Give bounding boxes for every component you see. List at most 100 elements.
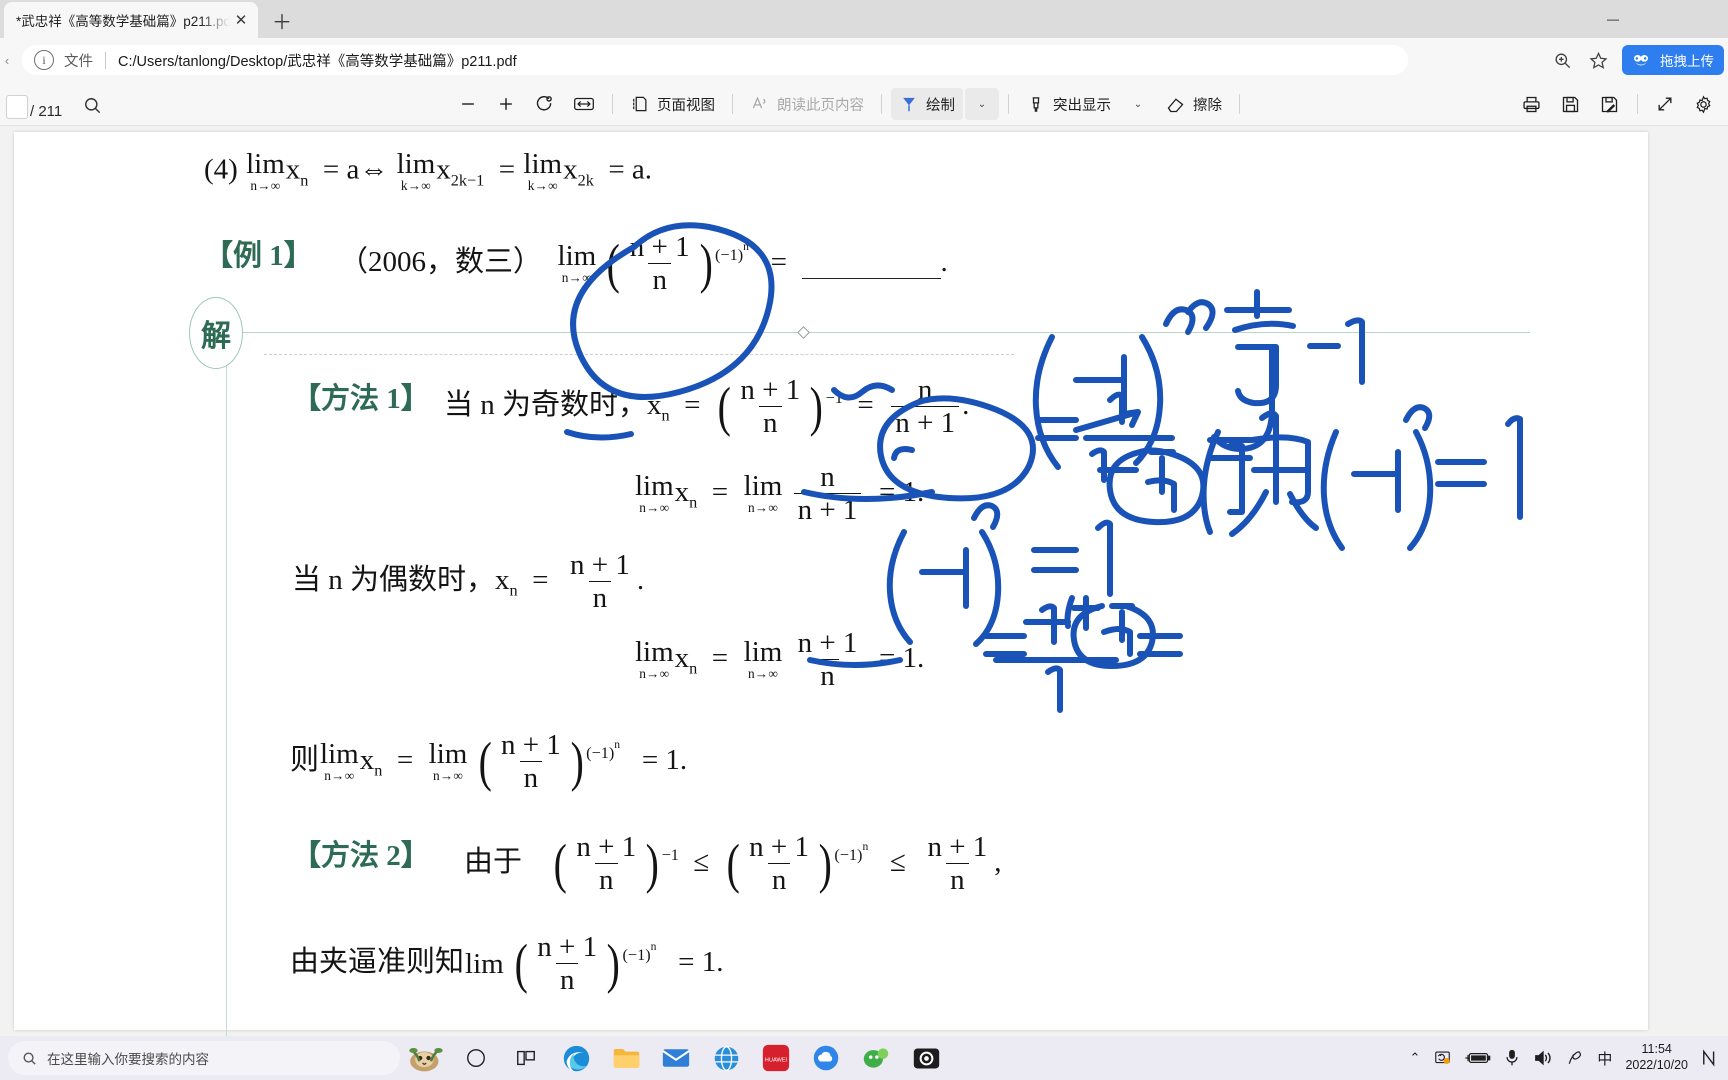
svg-text:HUAWEI: HUAWEI <box>765 1058 788 1064</box>
new-tab-button[interactable]: ＋ <box>268 7 296 34</box>
gear-icon[interactable] <box>1685 88 1722 120</box>
example-1-line: （2006，数三） limn→∞ (n + 1n)(−1)n = ＿＿＿＿＿. <box>339 231 948 296</box>
draw-label: 绘制 <box>926 97 955 114</box>
page-number-group: / 211 <box>6 92 62 120</box>
erase-label: 擦除 <box>1193 97 1222 114</box>
browser-tab[interactable]: *武忠祥《高等数学基础篇》p211.pdf ✕ <box>4 2 258 38</box>
clock-time: 11:54 <box>1641 1042 1672 1057</box>
save-edit-icon[interactable] <box>1591 88 1628 120</box>
divider <box>1637 94 1638 114</box>
ime-indicator[interactable]: 中 <box>1597 1048 1612 1069</box>
clock-date: 2022/10/20 <box>1625 1058 1688 1072</box>
pdf-toolbar-right <box>1513 82 1722 126</box>
cloud-app-icon[interactable] <box>806 1038 846 1078</box>
system-tray: ⌃ 中 11:54 2022/10/20 <box>1410 1042 1728 1073</box>
method-1-label: 【方法 1】 <box>292 383 430 415</box>
resize-anchor-handle[interactable] <box>797 326 810 339</box>
page-view-button[interactable]: 页面视图 <box>622 88 723 120</box>
pdf-toolbar: / 211 页面视图 朗读此页内容 绘制 ⌄ 突出显示 ⌄ 擦除 <box>0 82 1728 126</box>
clock[interactable]: 11:54 2022/10/20 <box>1625 1042 1688 1073</box>
pdf-page-content: (4) lim n→∞ xn = a⇔ lim k→∞ x2k−1 = lim k→∞ x2… <box>14 132 1648 1036</box>
divider <box>105 51 106 69</box>
pdf-toolbar-center: 页面视图 朗读此页内容 绘制 ⌄ 突出显示 ⌄ 擦除 <box>450 82 1247 126</box>
erase-button[interactable]: 擦除 <box>1157 88 1230 120</box>
page-view-label: 页面视图 <box>657 97 715 114</box>
sync-icon[interactable] <box>1433 1049 1452 1067</box>
pdf-page: (4) lim n→∞ xn = a⇔ lim k→∞ x2k−1 = lim k→∞ x2… <box>14 132 1648 1036</box>
upload-extension-button[interactable]: 拖拽上传 <box>1622 45 1724 75</box>
search-icon[interactable] <box>78 91 106 119</box>
close-window-icon[interactable] <box>1682 0 1728 38</box>
address-bar-actions: 拖拽上传 <box>1544 42 1724 78</box>
chevron-up-icon[interactable]: ⌃ <box>1410 1050 1421 1066</box>
back-icon[interactable]: ‹ <box>0 46 14 74</box>
search-icon <box>22 1051 37 1066</box>
green-app-icon[interactable] <box>856 1038 896 1078</box>
address-bar[interactable]: i 文件 C:/Users/tanlong/Desktop/武忠祥《高等数学基础… <box>22 45 1408 75</box>
address-bar-row: ‹ i 文件 C:/Users/tanlong/Desktop/武忠祥《高等数学… <box>0 38 1728 82</box>
squeeze-theorem-line: 由夹逼准则知 lim (n + 1 n) (−1)n = 1. <box>290 931 724 996</box>
even-case-limit-line: lim n→∞ xn = lim n→∞ n + 1n = 1. <box>635 627 925 692</box>
minimize-icon[interactable]: — <box>1590 0 1636 38</box>
even-case-line: 当 n 为偶数时，xn = n + 1n. <box>292 549 645 614</box>
chevron-down-icon: ⌄ <box>977 98 987 110</box>
pdf-viewport[interactable]: (4) lim n→∞ xn = a⇔ lim k→∞ x2k−1 = lim k→∞ x2… <box>0 126 1728 1036</box>
solution-rule-left <box>226 348 227 1036</box>
volume-icon[interactable] <box>1533 1049 1553 1067</box>
file-explorer-icon[interactable] <box>606 1038 646 1078</box>
divider <box>881 94 882 114</box>
screen-recorder-icon[interactable] <box>906 1038 946 1078</box>
divider <box>1008 94 1009 114</box>
window-controls: — <box>1590 0 1728 38</box>
draw-button[interactable]: 绘制 <box>891 88 963 120</box>
taskbar-apps: HUAWEI <box>406 1038 946 1078</box>
pen-icon[interactable] <box>1566 1049 1584 1067</box>
rotate-icon[interactable] <box>526 88 563 120</box>
maximize-icon[interactable] <box>1636 0 1682 38</box>
read-aloud-label: 朗读此页内容 <box>777 97 864 114</box>
close-icon[interactable]: ✕ <box>230 9 252 31</box>
info-icon[interactable]: i <box>34 50 54 70</box>
zoom-in-button[interactable] <box>488 88 524 120</box>
method-1-line: 当 n 为奇数时，xn = (n + 1 n) −1 = nn + 1. <box>444 374 970 439</box>
conclusion-line: 则 lim n→∞ xn = lim n→∞ (n + 1 n) (−1)n = 1. <box>290 729 688 794</box>
task-view-circle-icon[interactable] <box>456 1038 496 1078</box>
microphone-icon[interactable] <box>1504 1049 1520 1067</box>
method-2-label: 【方法 2】 <box>292 840 430 872</box>
tab-title: *武忠祥《高等数学基础篇》p211.pdf <box>16 14 230 29</box>
printer-icon[interactable] <box>1513 88 1550 120</box>
edge-browser-icon[interactable] <box>556 1038 596 1078</box>
expand-icon[interactable] <box>1647 88 1683 120</box>
mail-icon[interactable] <box>656 1038 696 1078</box>
browser-titlebar: *武忠祥《高等数学基础篇》p211.pdf ✕ ＋ — <box>0 0 1728 38</box>
method-1-limit-line: lim n→∞ xn = lim n→∞ nn + 1 = 1. <box>635 461 925 526</box>
scheme-label: 文件 <box>64 53 93 70</box>
highlight-label: 突出显示 <box>1053 97 1111 114</box>
divider <box>732 94 733 114</box>
highlight-options-chevron[interactable]: ⌄ <box>1121 88 1155 120</box>
extension-logo-icon <box>1628 47 1654 73</box>
screen-root: *武忠祥《高等数学基础篇》p211.pdf ✕ ＋ — ‹ i 文件 C:/Us… <box>0 0 1728 1080</box>
battery-icon[interactable] <box>1465 1050 1491 1066</box>
zoom-out-button[interactable] <box>450 88 486 120</box>
star-icon[interactable] <box>1580 42 1616 78</box>
task-view-icon[interactable] <box>506 1038 546 1078</box>
browser-globe-icon[interactable] <box>706 1038 746 1078</box>
page-number-input[interactable] <box>6 95 28 119</box>
read-aloud-button[interactable]: 朗读此页内容 <box>742 88 872 120</box>
divider <box>612 94 613 114</box>
page-total-label: / 211 <box>30 103 63 120</box>
tab-strip: *武忠祥《高等数学基础篇》p211.pdf ✕ ＋ <box>0 0 1728 38</box>
solution-rule-top <box>242 332 1530 333</box>
huawei-app-icon[interactable]: HUAWEI <box>756 1038 796 1078</box>
sloth-widget-icon[interactable] <box>406 1038 446 1078</box>
taskbar-search[interactable]: 在这里输入你要搜索的内容 <box>8 1041 400 1075</box>
notification-icon[interactable] <box>1701 1049 1718 1067</box>
solution-marker: 解 <box>189 297 243 369</box>
draw-options-chevron[interactable]: ⌄ <box>965 88 999 120</box>
highlight-button[interactable]: 突出显示 <box>1018 88 1119 120</box>
taskbar: 在这里输入你要搜索的内容 HUAWEI ⌃ 中 11:54 2022/10/20 <box>0 1036 1728 1080</box>
save-icon[interactable] <box>1552 88 1589 120</box>
search-plus-icon[interactable] <box>1544 42 1580 78</box>
fit-width-icon[interactable] <box>565 88 603 120</box>
